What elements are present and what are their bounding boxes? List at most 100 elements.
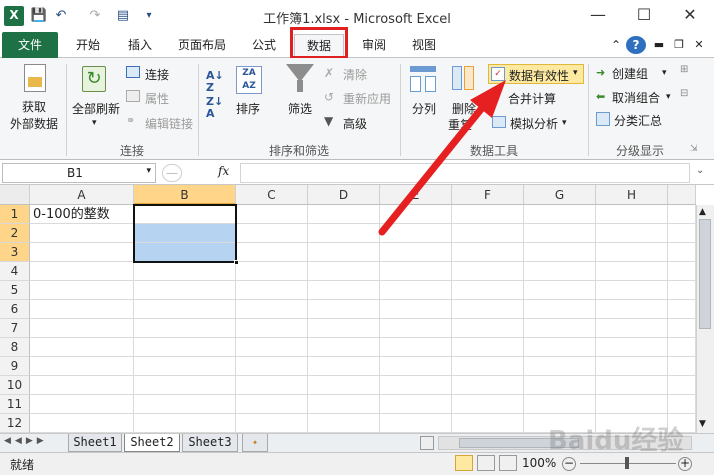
grid-cell[interactable] bbox=[380, 243, 452, 262]
help-icon[interactable]: ? bbox=[626, 36, 646, 54]
grid-cell[interactable] bbox=[134, 281, 236, 300]
name-box[interactable]: B1 ▾ bbox=[2, 163, 156, 183]
group-button[interactable]: 创建组 bbox=[612, 65, 648, 82]
clear-button[interactable]: 清除 bbox=[343, 66, 367, 83]
column-header-b[interactable]: B bbox=[134, 185, 236, 205]
grid-cell[interactable] bbox=[236, 262, 308, 281]
consolidate-button[interactable]: 合并计算 bbox=[508, 90, 556, 107]
grid-cell[interactable] bbox=[524, 376, 596, 395]
scroll-up-icon[interactable]: ▲ bbox=[699, 207, 706, 217]
scroll-down-icon[interactable]: ▼ bbox=[699, 419, 706, 429]
grid-cell[interactable] bbox=[30, 262, 134, 281]
tab-review[interactable]: 审阅 bbox=[352, 34, 396, 56]
row-header-1[interactable]: 1 bbox=[0, 205, 30, 224]
row-header-3[interactable]: 3 bbox=[0, 243, 30, 262]
grid-cell[interactable] bbox=[524, 205, 596, 224]
grid-cell[interactable] bbox=[380, 338, 452, 357]
page-break-view-icon[interactable] bbox=[499, 455, 517, 471]
grid-cell[interactable] bbox=[30, 300, 134, 319]
tab-insert[interactable]: 插入 bbox=[118, 34, 162, 56]
grid-cell[interactable] bbox=[668, 319, 696, 338]
insert-sheet-icon[interactable]: ✦ bbox=[242, 434, 268, 452]
grid-cell[interactable] bbox=[452, 357, 524, 376]
grid-cell[interactable] bbox=[134, 319, 236, 338]
grid-cell[interactable] bbox=[380, 376, 452, 395]
row-header-4[interactable]: 4 bbox=[0, 262, 30, 281]
remove-duplicates-button[interactable]: 删除 bbox=[452, 100, 476, 117]
grid-cell[interactable] bbox=[308, 338, 380, 357]
grid-cell[interactable] bbox=[30, 376, 134, 395]
grid-cell[interactable] bbox=[524, 395, 596, 414]
grid-cell[interactable] bbox=[30, 357, 134, 376]
grid-cell[interactable] bbox=[380, 395, 452, 414]
refresh-all-button[interactable]: 全部刷新 bbox=[72, 100, 120, 117]
zoom-slider-thumb[interactable] bbox=[625, 457, 629, 469]
column-header-d[interactable]: D bbox=[308, 185, 380, 205]
formula-input[interactable] bbox=[240, 163, 690, 183]
grid-cell[interactable] bbox=[452, 243, 524, 262]
grid-cell[interactable] bbox=[452, 395, 524, 414]
grid-cell[interactable] bbox=[236, 205, 308, 224]
grid-cell[interactable] bbox=[30, 319, 134, 338]
grid-cell[interactable] bbox=[596, 338, 668, 357]
fill-handle[interactable] bbox=[234, 260, 239, 265]
ungroup-button[interactable]: 取消组合 bbox=[612, 89, 660, 106]
grid-cell[interactable] bbox=[668, 281, 696, 300]
data-validation-dropdown-icon[interactable]: ▾ bbox=[573, 68, 578, 78]
reapply-button[interactable]: 重新应用 bbox=[343, 90, 391, 107]
grid-cell[interactable] bbox=[524, 243, 596, 262]
normal-view-icon[interactable] bbox=[455, 455, 473, 471]
group-dropdown-icon[interactable]: ▾ bbox=[662, 68, 667, 78]
grid-cell[interactable] bbox=[668, 262, 696, 281]
what-if-button[interactable]: 模拟分析 bbox=[510, 115, 558, 132]
dialog-launcher-icon[interactable]: ⇲ bbox=[690, 144, 698, 154]
properties-button[interactable]: 属性 bbox=[145, 90, 169, 107]
advanced-button[interactable]: 高级 bbox=[343, 115, 367, 132]
formula-cancel-icon[interactable]: — bbox=[162, 164, 182, 182]
grid-cell[interactable] bbox=[380, 205, 452, 224]
grid-cell[interactable] bbox=[452, 376, 524, 395]
grid-cell[interactable] bbox=[30, 281, 134, 300]
grid-cell[interactable] bbox=[236, 281, 308, 300]
formula-expand-icon[interactable]: ⌄ bbox=[696, 165, 704, 176]
zoom-in-icon[interactable]: + bbox=[678, 457, 692, 471]
grid-cell[interactable] bbox=[596, 319, 668, 338]
grid-cell[interactable] bbox=[596, 205, 668, 224]
edit-links-button[interactable]: 编辑链接 bbox=[145, 115, 193, 132]
grid-cell[interactable] bbox=[134, 414, 236, 433]
grid-cell[interactable] bbox=[134, 300, 236, 319]
grid-cell[interactable] bbox=[308, 224, 380, 243]
grid-cell[interactable] bbox=[308, 414, 380, 433]
grid-cell[interactable] bbox=[596, 224, 668, 243]
connections-button[interactable]: 连接 bbox=[145, 66, 169, 83]
subtotal-button[interactable]: 分类汇总 bbox=[614, 112, 662, 129]
page-layout-view-icon[interactable] bbox=[477, 455, 495, 471]
grid-cell[interactable] bbox=[236, 357, 308, 376]
doc-close-icon[interactable]: ✕ bbox=[690, 34, 708, 56]
tab-view[interactable]: 视图 bbox=[402, 34, 446, 56]
grid-cell[interactable] bbox=[236, 395, 308, 414]
grid-cell[interactable] bbox=[308, 357, 380, 376]
grid-cell[interactable] bbox=[524, 300, 596, 319]
grid-cell[interactable] bbox=[596, 357, 668, 376]
grid-cell[interactable] bbox=[308, 205, 380, 224]
text-to-columns-button[interactable]: 分列 bbox=[412, 100, 436, 117]
grid-cell[interactable] bbox=[596, 281, 668, 300]
row-header-5[interactable]: 5 bbox=[0, 281, 30, 300]
grid-cell[interactable] bbox=[452, 338, 524, 357]
grid-cell[interactable] bbox=[524, 338, 596, 357]
grid-cell[interactable] bbox=[596, 300, 668, 319]
zoom-level[interactable]: 100% bbox=[522, 456, 556, 470]
column-header-a[interactable]: A bbox=[30, 185, 134, 205]
row-header-8[interactable]: 8 bbox=[0, 338, 30, 357]
grid-cell[interactable] bbox=[30, 395, 134, 414]
grid-cell[interactable] bbox=[308, 395, 380, 414]
column-header-f[interactable]: F bbox=[452, 185, 524, 205]
grid-cell[interactable] bbox=[380, 262, 452, 281]
select-all-corner[interactable] bbox=[0, 185, 30, 205]
grid-cell[interactable] bbox=[308, 300, 380, 319]
close-button[interactable]: ✕ bbox=[672, 4, 708, 28]
grid-cell[interactable] bbox=[668, 338, 696, 357]
grid-cell[interactable] bbox=[236, 414, 308, 433]
grid-cell[interactable] bbox=[308, 243, 380, 262]
